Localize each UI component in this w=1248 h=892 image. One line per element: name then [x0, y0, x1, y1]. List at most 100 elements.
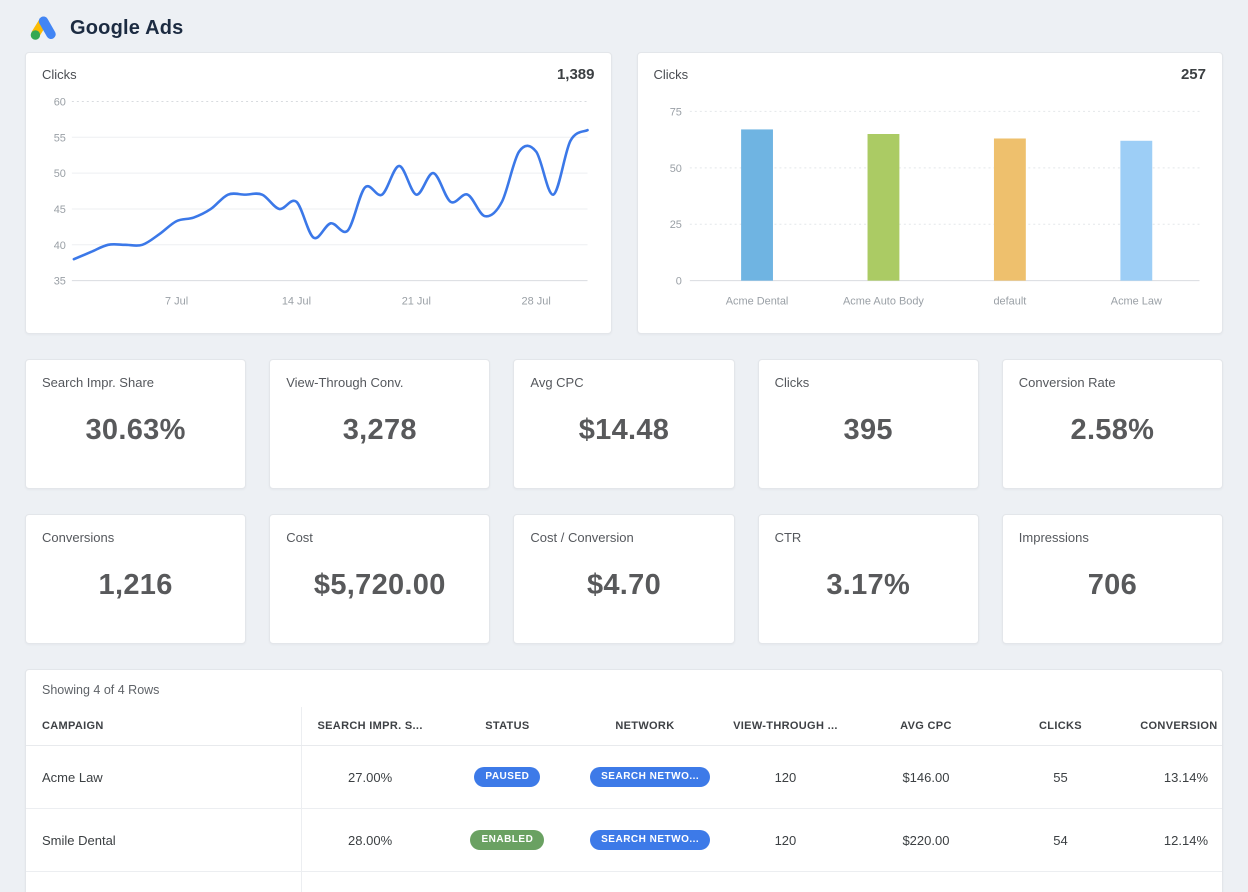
campaign-table: CAMPAIGN SEARCH IMPR. S... STATUS NETWOR… — [26, 707, 1222, 892]
kpi-value: $14.48 — [530, 414, 717, 447]
svg-text:Acme Auto Body: Acme Auto Body — [843, 296, 924, 308]
svg-text:default: default — [993, 296, 1026, 308]
chart-total-value: 257 — [1181, 66, 1206, 83]
bar-default — [993, 138, 1025, 280]
status-badge: PAUSED — [439, 746, 577, 809]
cell-campaign: Smile Dental — [26, 809, 301, 872]
kpi-value: 395 — [775, 414, 962, 447]
table-row: Acme Law27.00%PAUSEDSEARCH NETWO...120$1… — [26, 746, 1222, 809]
table-row: Smile Dental28.00% ENABLED SEARCH NETWO...… — [26, 809, 1222, 872]
app-header: Google Ads — [0, 0, 1248, 52]
svg-text:75: 75 — [669, 106, 681, 118]
google-ads-logo-icon — [30, 16, 57, 40]
kpi-value: 1,216 — [42, 569, 229, 602]
kpi-card-clicks: Clicks 395 — [758, 359, 979, 489]
kpi-card-cost: Cost $5,720.00 — [269, 514, 490, 644]
column-header-view-through: VIEW-THROUGH ... — [714, 707, 858, 746]
kpi-label: Conversions — [42, 530, 229, 545]
svg-text:Acme Law: Acme Law — [1110, 296, 1161, 308]
column-header-avg-cpc: AVG CPC — [857, 707, 995, 746]
kpi-card-ctr: CTR 3.17% — [758, 514, 979, 644]
network-badge: SEARCH NETWO... — [576, 809, 714, 872]
svg-text:45: 45 — [54, 204, 66, 216]
cell-avg-cpc: $146.00 — [857, 746, 995, 809]
network-badge: SEARCH NETWO... — [590, 830, 710, 850]
svg-text:14 Jul: 14 Jul — [282, 296, 311, 308]
cell-clicks: 55 — [995, 746, 1127, 809]
cell-clicks: 54 — [995, 809, 1127, 872]
svg-text:40: 40 — [54, 240, 66, 252]
table-row — [26, 872, 1222, 892]
svg-text:28 Jul: 28 Jul — [522, 296, 551, 308]
bar-acme-auto-body — [867, 134, 899, 281]
kpi-label: Search Impr. Share — [42, 375, 229, 390]
clicks-line-chart-card: Clicks 1,389 35 40 45 50 55 60 7 Jul 14 Jul 21 J… — [25, 52, 612, 334]
cell-search-impr-share: 28.00% — [301, 809, 439, 872]
svg-text:50: 50 — [669, 163, 681, 175]
cell-view-through: 120 — [714, 746, 858, 809]
kpi-card-impressions: Impressions 706 — [1002, 514, 1223, 644]
column-header-network: NETWORK — [576, 707, 714, 746]
svg-text:Acme Dental: Acme Dental — [725, 296, 788, 308]
status-badge: ENABLED — [439, 809, 577, 872]
kpi-label: Impressions — [1019, 530, 1206, 545]
status-badge: ENABLED — [470, 830, 544, 850]
cell-conversion: 13.14% — [1126, 746, 1222, 809]
svg-text:0: 0 — [675, 276, 681, 288]
chart-title: Clicks — [654, 67, 689, 82]
chart-title: Clicks — [42, 67, 77, 82]
column-header-clicks: CLICKS — [995, 707, 1127, 746]
network-badge: SEARCH NETWO... — [590, 767, 710, 787]
column-header-status: STATUS — [439, 707, 577, 746]
kpi-card-search-impr-share: Search Impr. Share 30.63% — [25, 359, 246, 489]
kpi-value: 30.63% — [42, 414, 229, 447]
clicks-bar-chart-card: Clicks 257 0 25 50 75 Acme Dental Acme Auto B… — [637, 52, 1224, 334]
svg-text:60: 60 — [54, 96, 66, 108]
svg-text:7 Jul: 7 Jul — [165, 296, 188, 308]
chart-total-value: 1,389 — [557, 66, 595, 83]
status-badge: PAUSED — [474, 767, 540, 787]
kpi-value: 706 — [1019, 569, 1206, 602]
kpi-card-view-through-conv: View-Through Conv. 3,278 — [269, 359, 490, 489]
column-header-search-impr-share: SEARCH IMPR. S... — [301, 707, 439, 746]
clicks-bar-chart[interactable]: 0 25 50 75 Acme Dental Acme Auto Body default A… — [654, 85, 1207, 319]
column-header-conversion: CONVERSION — [1126, 707, 1222, 746]
kpi-row-2: Conversions 1,216 Cost $5,720.00 Cost / … — [25, 514, 1223, 644]
kpi-card-conversion-rate: Conversion Rate 2.58% — [1002, 359, 1223, 489]
kpi-card-cost-per-conversion: Cost / Conversion $4.70 — [513, 514, 734, 644]
kpi-row-1: Search Impr. Share 30.63% View-Through C… — [25, 359, 1223, 489]
column-header-campaign: CAMPAIGN — [26, 707, 301, 746]
svg-text:55: 55 — [54, 132, 66, 144]
kpi-value: 3,278 — [286, 414, 473, 447]
kpi-label: Cost / Conversion — [530, 530, 717, 545]
clicks-line-chart[interactable]: 35 40 45 50 55 60 7 Jul 14 Jul 21 Jul 28 Jul — [42, 85, 595, 319]
bar-acme-dental — [741, 129, 773, 280]
network-badge: SEARCH NETWO... — [576, 746, 714, 809]
kpi-card-conversions: Conversions 1,216 — [25, 514, 246, 644]
cell-conversion: 12.14% — [1126, 809, 1222, 872]
kpi-label: View-Through Conv. — [286, 375, 473, 390]
kpi-value: 3.17% — [775, 569, 962, 602]
kpi-value: $5,720.00 — [286, 569, 473, 602]
svg-text:50: 50 — [54, 168, 66, 180]
charts-row: Clicks 1,389 35 40 45 50 55 60 7 Jul 14 Jul 21 J… — [25, 52, 1223, 334]
svg-text:25: 25 — [669, 219, 681, 231]
page-title: Google Ads — [70, 17, 183, 40]
kpi-label: Clicks — [775, 375, 962, 390]
table-header-row: CAMPAIGN SEARCH IMPR. S... STATUS NETWOR… — [26, 707, 1222, 746]
kpi-value: $4.70 — [530, 569, 717, 602]
svg-text:21 Jul: 21 Jul — [402, 296, 431, 308]
campaign-table-card[interactable]: Showing 4 of 4 Rows CAMPAIGN SEARCH IMPR… — [25, 669, 1223, 892]
cell-avg-cpc: $220.00 — [857, 809, 995, 872]
showing-rows-label: Showing 4 of 4 Rows — [26, 670, 1222, 707]
kpi-label: Conversion Rate — [1019, 375, 1206, 390]
svg-text:35: 35 — [54, 276, 66, 288]
kpi-card-avg-cpc: Avg CPC $14.48 — [513, 359, 734, 489]
kpi-value: 2.58% — [1019, 414, 1206, 447]
cell-campaign: Acme Law — [26, 746, 301, 809]
bar-acme-law — [1120, 141, 1152, 281]
kpi-label: CTR — [775, 530, 962, 545]
cell-view-through: 120 — [714, 809, 858, 872]
kpi-label: Cost — [286, 530, 473, 545]
clicks-trend-line — [74, 130, 588, 259]
